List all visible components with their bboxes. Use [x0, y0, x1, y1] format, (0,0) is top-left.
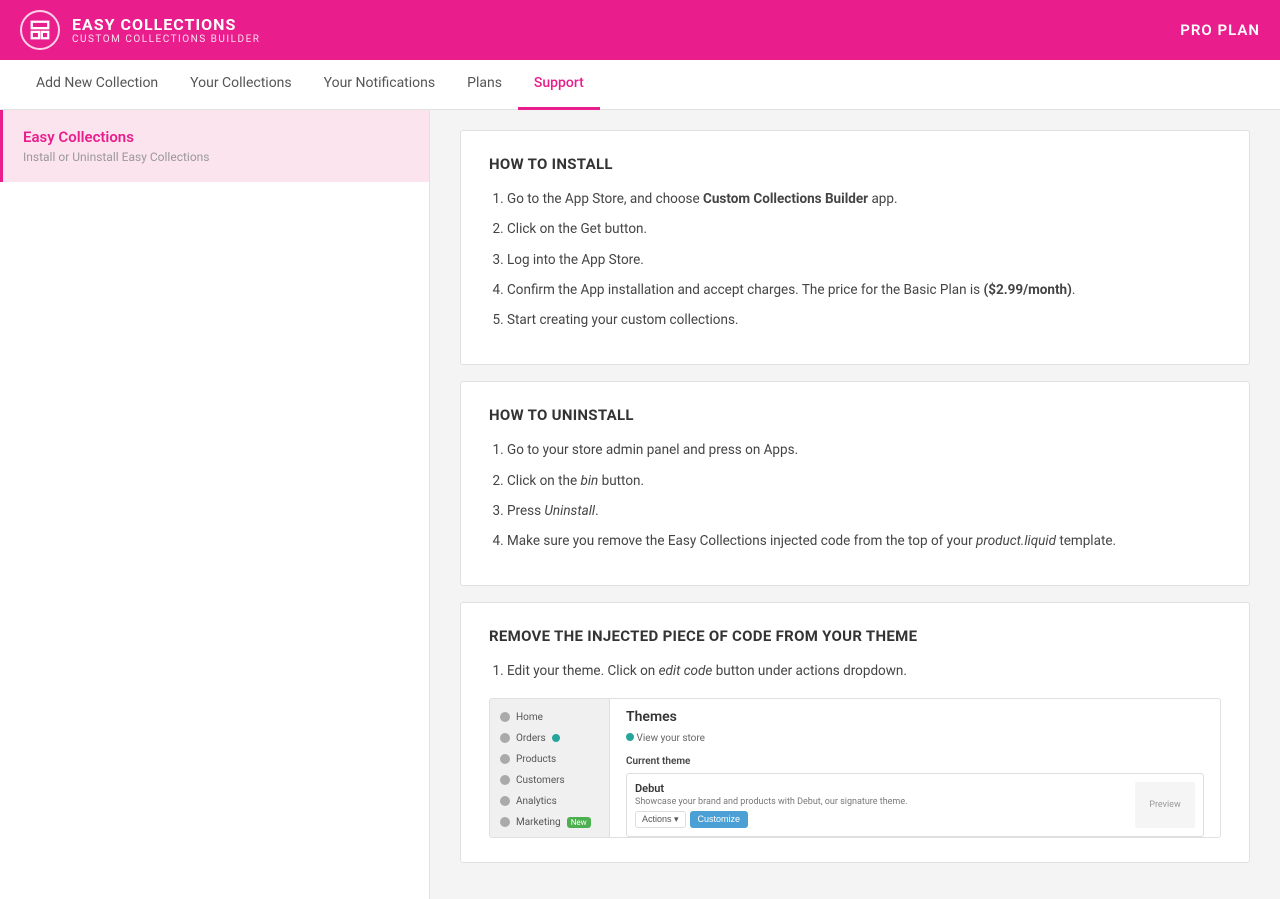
- remove-code-step-1-before: Edit your theme. Click on: [507, 663, 659, 679]
- main-content: HOW TO INSTALL Go to the App Store, and …: [430, 110, 1280, 899]
- app-title: EASY COLLECTIONS: [72, 15, 260, 34]
- uninstall-step-1: Go to your store admin panel and press o…: [507, 440, 1221, 460]
- theme-sidebar-home: Home: [490, 707, 609, 728]
- theme-sidebar-marketing: Marketing New: [490, 812, 609, 833]
- uninstall-step-2: Click on the bin button.: [507, 471, 1221, 491]
- theme-sidebar-customers-label: Customers: [516, 775, 565, 786]
- theme-card-info: Debut Showcase your brand and products w…: [635, 782, 1127, 828]
- actions-button[interactable]: Actions ▾: [635, 811, 686, 828]
- theme-sidebar-customers: Customers: [490, 770, 609, 791]
- uninstall-step-1-text: Go to your store admin panel and press o…: [507, 442, 798, 458]
- home-icon: [500, 712, 510, 722]
- nav-notifications[interactable]: Your Notifications: [308, 60, 451, 110]
- theme-sidebar-orders-label: Orders: [516, 733, 546, 744]
- theme-card-buttons: Actions ▾ Customize: [635, 811, 1127, 828]
- remove-code-section: REMOVE THE INJECTED PIECE OF CODE FROM Y…: [460, 602, 1250, 862]
- remove-code-title: REMOVE THE INJECTED PIECE OF CODE FROM Y…: [489, 627, 1221, 645]
- main-nav: Add New Collection Your Collections Your…: [0, 60, 1280, 110]
- products-icon: [500, 754, 510, 764]
- sidebar-item-easy-collections[interactable]: Easy Collections Install or Uninstall Ea…: [0, 110, 429, 182]
- theme-sidebar-orders: Orders: [490, 728, 609, 749]
- theme-sidebar-analytics-label: Analytics: [516, 796, 557, 807]
- remove-code-steps: Edit your theme. Click on edit code butt…: [489, 661, 1221, 681]
- marketing-new-badge: New: [567, 817, 591, 828]
- theme-sidebar-products-label: Products: [516, 754, 556, 765]
- uninstall-step-4: Make sure you remove the Easy Collection…: [507, 531, 1221, 551]
- logo-text: EASY COLLECTIONS CUSTOM COLLECTIONS BUIL…: [72, 15, 260, 45]
- install-step-1-before: Go to the App Store, and choose: [507, 191, 703, 207]
- customize-button[interactable]: Customize: [690, 811, 749, 828]
- page-layout: Easy Collections Install or Uninstall Ea…: [0, 110, 1280, 899]
- install-step-4-bold: ($2.99/month): [983, 282, 1071, 298]
- install-step-4-after: .: [1072, 282, 1076, 298]
- install-step-4: Confirm the App installation and accept …: [507, 280, 1221, 300]
- theme-screenshot: Home Orders Products Customers: [489, 698, 1221, 838]
- install-step-1-bold: Custom Collections Builder: [703, 191, 868, 207]
- theme-sidebar-discounts: Discounts: [490, 833, 609, 838]
- view-store-icon: [626, 733, 634, 741]
- uninstall-step-3-italic: Uninstall: [544, 503, 595, 519]
- install-step-1: Go to the App Store, and choose Custom C…: [507, 189, 1221, 209]
- install-step-4-before: Confirm the App installation and accept …: [507, 282, 983, 298]
- install-step-5: Start creating your custom collections.: [507, 310, 1221, 330]
- install-step-2-text: Click on the Get button.: [507, 221, 647, 237]
- themes-view-store: View your store: [626, 733, 1204, 744]
- uninstall-step-4-italic: product.liquid: [976, 533, 1056, 549]
- orders-icon: [500, 733, 510, 743]
- remove-code-step-1: Edit your theme. Click on edit code butt…: [507, 661, 1221, 681]
- uninstall-step-3-before: Press: [507, 503, 544, 519]
- preview-label: Preview: [1149, 800, 1180, 810]
- themes-page-title: Themes: [626, 709, 1204, 725]
- current-theme-label: Current theme: [626, 756, 1204, 767]
- customers-icon: [500, 775, 510, 785]
- uninstall-step-3-after: .: [595, 503, 599, 519]
- theme-card-desc: Showcase your brand and products with De…: [635, 797, 1127, 807]
- nav-support[interactable]: Support: [518, 60, 600, 110]
- sidebar: Easy Collections Install or Uninstall Ea…: [0, 110, 430, 899]
- uninstall-section: HOW TO UNINSTALL Go to your store admin …: [460, 381, 1250, 586]
- theme-card-title: Debut: [635, 782, 1127, 795]
- analytics-icon: [500, 796, 510, 806]
- install-section: HOW TO INSTALL Go to the App Store, and …: [460, 130, 1250, 365]
- install-title: HOW TO INSTALL: [489, 155, 1221, 173]
- uninstall-step-2-before: Click on the: [507, 473, 580, 489]
- theme-sidebar-products: Products: [490, 749, 609, 770]
- orders-badge: [552, 734, 560, 742]
- app-subtitle: CUSTOM COLLECTIONS BUILDER: [72, 34, 260, 45]
- sidebar-item-title: Easy Collections: [23, 128, 409, 146]
- install-step-3: Log into the App Store.: [507, 250, 1221, 270]
- install-step-1-after: app.: [868, 191, 897, 207]
- install-step-3-text: Log into the App Store.: [507, 252, 644, 268]
- logo-icon: [20, 10, 60, 50]
- uninstall-step-4-after: template.: [1056, 533, 1116, 549]
- uninstall-step-3: Press Uninstall.: [507, 501, 1221, 521]
- nav-plans[interactable]: Plans: [451, 60, 518, 110]
- theme-preview-area: Preview: [1135, 782, 1195, 828]
- theme-debut-card: Debut Showcase your brand and products w…: [626, 773, 1204, 837]
- uninstall-title: HOW TO UNINSTALL: [489, 406, 1221, 424]
- plan-badge: PRO PLAN: [1180, 21, 1260, 39]
- nav-your-collections[interactable]: Your Collections: [174, 60, 307, 110]
- marketing-icon: [500, 817, 510, 827]
- install-step-5-text: Start creating your custom collections.: [507, 312, 738, 328]
- uninstall-step-2-italic: bin: [580, 473, 598, 489]
- uninstall-steps: Go to your store admin panel and press o…: [489, 440, 1221, 551]
- remove-code-step-1-italic: edit code: [659, 663, 713, 679]
- theme-sidebar-home-label: Home: [516, 712, 543, 723]
- install-steps: Go to the App Store, and choose Custom C…: [489, 189, 1221, 330]
- theme-admin-main: Themes View your store Current theme Deb…: [610, 699, 1220, 837]
- theme-sidebar-marketing-label: Marketing: [516, 817, 561, 828]
- uninstall-step-4-before: Make sure you remove the Easy Collection…: [507, 533, 976, 549]
- logo-area: EASY COLLECTIONS CUSTOM COLLECTIONS BUIL…: [20, 10, 260, 50]
- themes-sub-text: View your store: [636, 733, 704, 744]
- nav-add-collection[interactable]: Add New Collection: [20, 60, 174, 110]
- theme-admin-sidebar: Home Orders Products Customers: [490, 699, 610, 837]
- sidebar-item-subtitle: Install or Uninstall Easy Collections: [23, 150, 409, 164]
- install-step-2: Click on the Get button.: [507, 219, 1221, 239]
- uninstall-step-2-after: button.: [598, 473, 644, 489]
- app-header: EASY COLLECTIONS CUSTOM COLLECTIONS BUIL…: [0, 0, 1280, 60]
- remove-code-step-1-after: button under actions dropdown.: [712, 663, 907, 679]
- theme-sidebar-analytics: Analytics: [490, 791, 609, 812]
